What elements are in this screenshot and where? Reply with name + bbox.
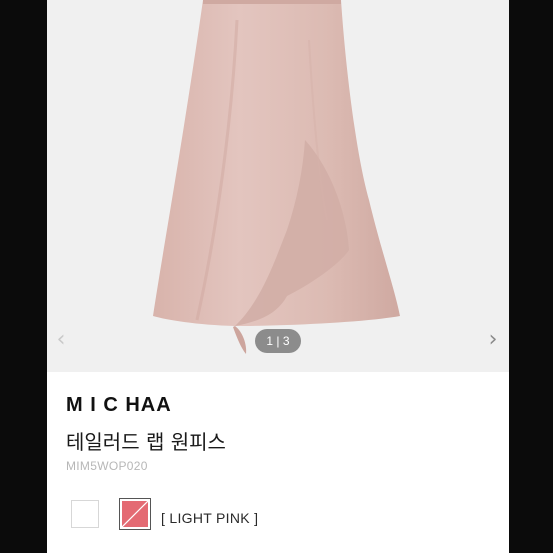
product-code: MIM5WOP020 xyxy=(66,459,148,473)
selected-color-label: [ LIGHT PINK ] xyxy=(161,510,259,526)
product-card: ‹ 1 | 3 › M I C HAA 테일러드 랩 원피스 MIM5WOP02… xyxy=(47,0,509,553)
product-name: 테일러드 랩 원피스 xyxy=(66,430,226,454)
product-details: M I C HAA 테일러드 랩 원피스 MIM5WOP020 [ LIGHT … xyxy=(47,372,509,553)
product-image-gallery[interactable]: ‹ 1 | 3 › xyxy=(47,0,509,372)
selected-swatch-graphic xyxy=(122,501,148,527)
swatch-fill xyxy=(122,501,148,527)
brand-name: M I C HAA xyxy=(66,394,172,416)
product-image xyxy=(153,0,400,354)
color-swatch-light-pink[interactable] xyxy=(119,498,151,530)
image-counter: 1 | 3 xyxy=(255,329,301,353)
chevron-left-icon[interactable]: ‹ xyxy=(49,328,73,352)
chevron-right-icon[interactable]: › xyxy=(481,328,505,352)
color-swatch-white[interactable] xyxy=(71,500,99,528)
